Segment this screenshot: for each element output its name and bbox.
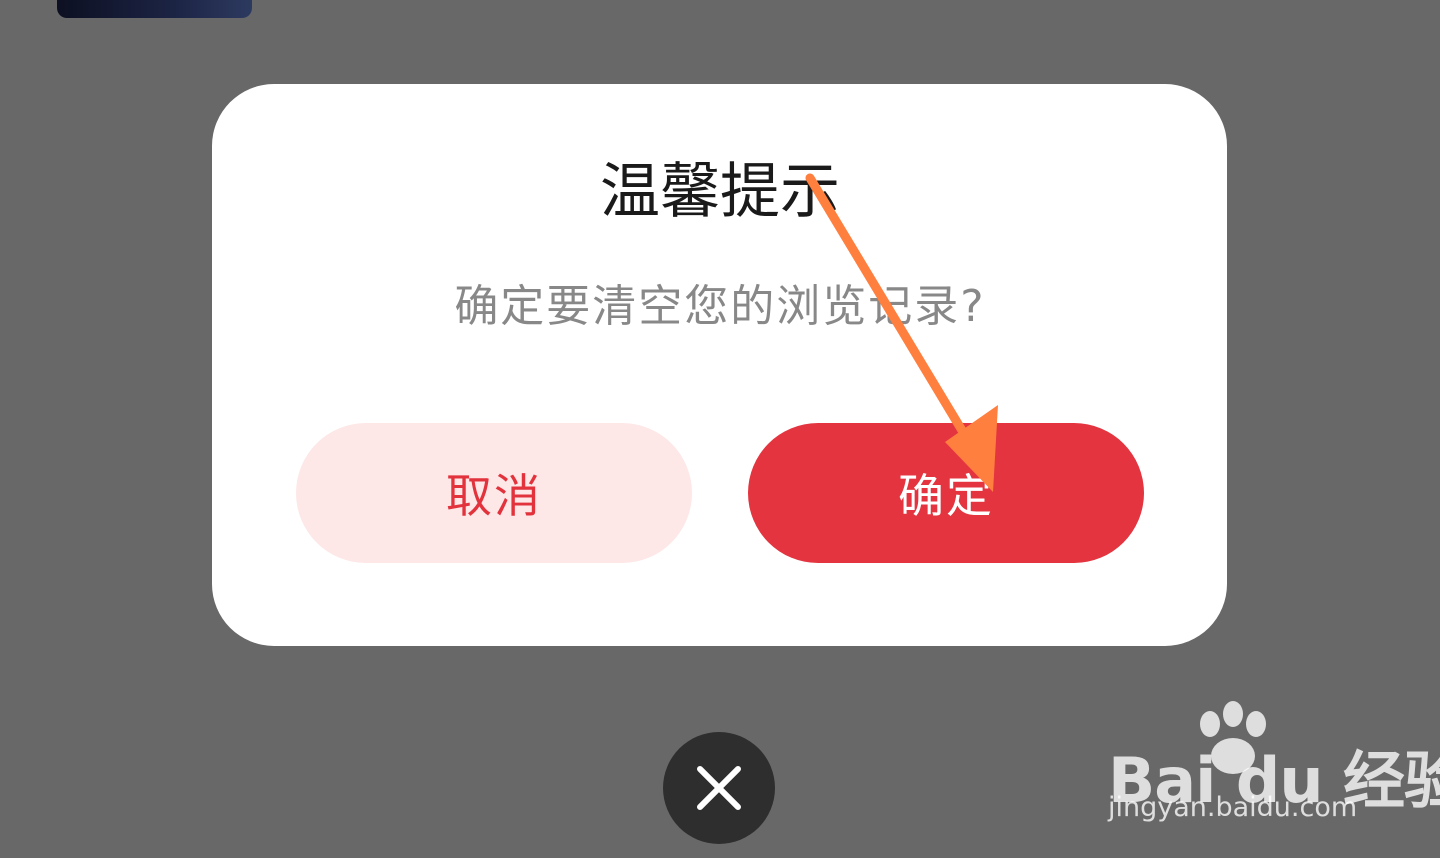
baidu-watermark: Bai du 经验 jingyan.baidu.com xyxy=(1100,700,1440,840)
close-button[interactable] xyxy=(663,732,775,844)
confirm-button[interactable]: 确定 xyxy=(748,423,1144,563)
cancel-button[interactable]: 取消 xyxy=(296,423,692,563)
close-icon xyxy=(697,766,741,810)
watermark-url: jingyan.baidu.com xyxy=(1108,792,1358,823)
dialog-message: 确定要清空您的浏览记录? xyxy=(454,281,986,332)
dialog-title: 温馨提示 xyxy=(600,157,840,227)
background-thumbnail xyxy=(57,0,252,18)
